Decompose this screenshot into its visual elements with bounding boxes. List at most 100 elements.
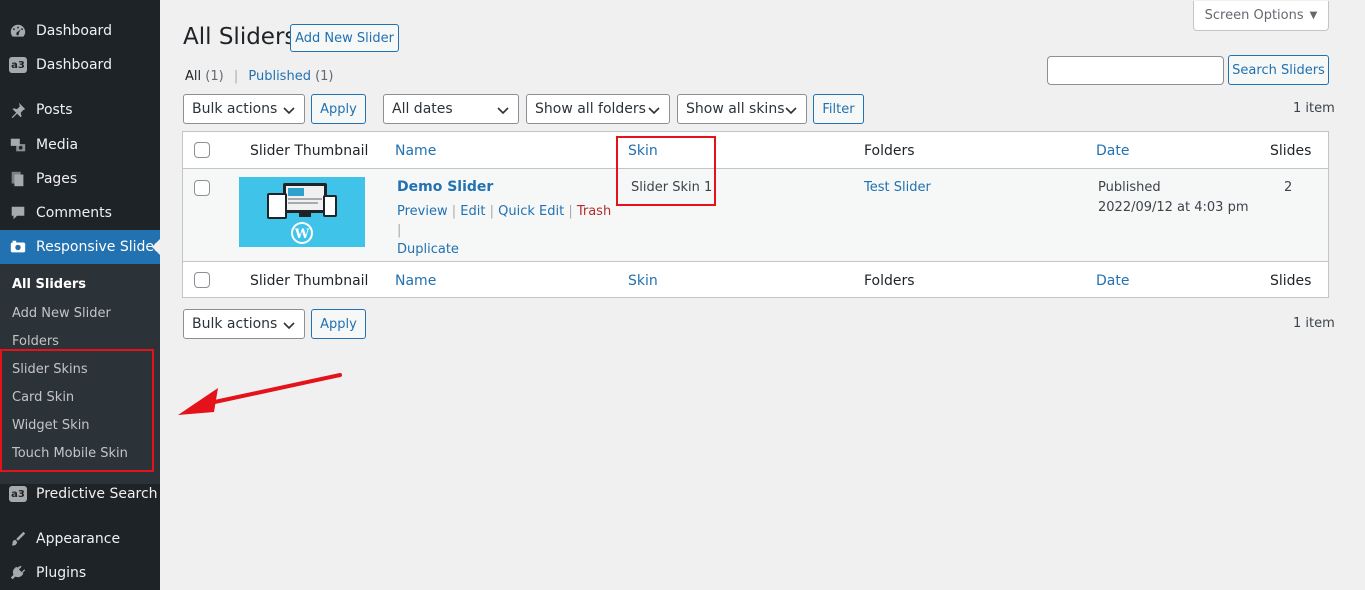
add-new-slider-button[interactable]: Add New Slider	[290, 24, 399, 52]
row-checkbox[interactable]	[194, 180, 210, 196]
slider-skin: Slider Skin 1	[631, 180, 713, 195]
slider-slides-count: 2	[1284, 180, 1293, 195]
skins-select[interactable]: Show all skins	[677, 94, 807, 124]
col-name[interactable]: Name	[395, 143, 436, 159]
menu-label: Posts	[36, 102, 73, 118]
chevron-down-icon	[283, 322, 295, 330]
devices-illustration-icon: W	[239, 177, 365, 247]
annotation-arrow-icon	[178, 373, 342, 415]
dates-select[interactable]: All dates	[383, 94, 519, 124]
admin-sidebar: Dashboard a3 Dashboard Posts Media Pages…	[0, 0, 160, 590]
menu-label: Dashboard	[36, 57, 112, 73]
submenu-folders[interactable]: Folders	[12, 334, 59, 349]
table-row: W Demo Slider Preview | Edit | Quick Edi…	[183, 169, 1328, 261]
pin-icon	[8, 100, 28, 120]
menu-dashboard[interactable]: Dashboard	[0, 14, 160, 48]
menu-label: Predictive Search	[36, 486, 158, 502]
col-thumbnail: Slider Thumbnail	[250, 273, 369, 289]
select-all-checkbox-bottom[interactable]	[194, 272, 210, 288]
select-all-checkbox[interactable]	[194, 142, 210, 158]
submenu-touch-mobile-skin[interactable]: Touch Mobile Skin	[12, 446, 128, 461]
view-published[interactable]: Published	[248, 69, 311, 84]
col-slides: Slides	[1270, 273, 1312, 289]
menu-label: Appearance	[36, 531, 121, 547]
submenu-add-new-slider[interactable]: Add New Slider	[12, 306, 111, 321]
caret-down-icon: ▼	[1309, 10, 1318, 21]
menu-a3-dashboard[interactable]: a3 Dashboard	[0, 48, 160, 82]
screen-options-button[interactable]: Screen Options ▼	[1193, 1, 1329, 31]
select-value: All dates	[392, 101, 453, 117]
menu-predictive-search[interactable]: a3 Predictive Search	[0, 477, 160, 511]
menu-pages[interactable]: Pages	[0, 162, 160, 196]
screen-options-label: Screen Options	[1204, 8, 1304, 23]
col-date[interactable]: Date	[1096, 143, 1129, 159]
pages-icon	[8, 169, 28, 189]
duplicate-link[interactable]: Duplicate	[397, 242, 459, 257]
folders-select[interactable]: Show all folders	[526, 94, 670, 124]
chevron-down-icon	[785, 107, 797, 115]
menu-comments[interactable]: Comments	[0, 196, 160, 230]
col-skin[interactable]: Skin	[628, 273, 658, 289]
items-count-top: 1 item	[1293, 101, 1335, 116]
items-count-bottom: 1 item	[1293, 316, 1335, 331]
trash-link[interactable]: Trash	[577, 204, 611, 219]
menu-responsive-slider[interactable]: Responsive Slider	[0, 230, 160, 264]
col-folders: Folders	[864, 273, 915, 289]
chevron-down-icon	[497, 107, 509, 115]
col-date[interactable]: Date	[1096, 273, 1129, 289]
menu-label: Comments	[36, 205, 112, 221]
bulk-actions-select-bottom[interactable]: Bulk actions	[183, 309, 305, 339]
a3-icon: a3	[8, 55, 28, 75]
menu-label: Responsive Slider	[36, 239, 160, 255]
select-value: Show all folders	[535, 101, 646, 117]
apply-button-bottom[interactable]: Apply	[311, 309, 366, 339]
menu-media[interactable]: Media	[0, 128, 160, 162]
col-slides: Slides	[1270, 143, 1312, 159]
menu-label: Media	[36, 137, 79, 153]
search-input[interactable]	[1047, 56, 1224, 85]
svg-text:W: W	[294, 227, 310, 242]
menu-plugins[interactable]: Plugins	[0, 556, 160, 590]
sliders-table: Slider Thumbnail Name Skin Folders Date …	[182, 131, 1329, 298]
view-published-count: (1)	[315, 69, 334, 84]
camera-icon	[8, 237, 28, 257]
page-scrollbar[interactable]	[1348, 0, 1365, 590]
preview-link[interactable]: Preview	[397, 204, 448, 219]
apply-button-top[interactable]: Apply	[311, 94, 366, 124]
filter-button[interactable]: Filter	[813, 94, 864, 124]
submenu-widget-skin[interactable]: Widget Skin	[12, 418, 90, 433]
media-icon	[8, 135, 28, 155]
chevron-down-icon	[648, 107, 660, 115]
edit-link[interactable]: Edit	[460, 204, 485, 219]
status-views: All (1) | Published (1)	[185, 69, 334, 84]
menu-label: Plugins	[36, 565, 87, 581]
slider-name-link[interactable]: Demo Slider	[397, 179, 493, 195]
quick-edit-link[interactable]: Quick Edit	[498, 204, 564, 219]
view-all-count: (1)	[205, 69, 224, 84]
select-value: Bulk actions	[192, 316, 278, 332]
menu-appearance[interactable]: Appearance	[0, 522, 160, 556]
view-all[interactable]: All	[185, 69, 201, 84]
slider-status: Published	[1098, 180, 1161, 195]
gauge-icon	[8, 21, 28, 41]
select-value: Bulk actions	[192, 101, 278, 117]
brush-icon	[8, 529, 28, 549]
menu-posts[interactable]: Posts	[0, 93, 160, 127]
comment-icon	[8, 203, 28, 223]
slider-date: 2022/09/12 at 4:03 pm	[1098, 200, 1249, 215]
view-separator: |	[233, 69, 239, 84]
search-sliders-button[interactable]: Search Sliders	[1228, 55, 1329, 85]
menu-label: Dashboard	[36, 23, 112, 39]
bulk-actions-select-top[interactable]: Bulk actions	[183, 94, 305, 124]
plugin-icon	[8, 563, 28, 583]
row-actions: Preview | Edit | Quick Edit | Trash | Du…	[397, 204, 612, 257]
folder-link[interactable]: Test Slider	[864, 180, 931, 195]
table-footer: Slider Thumbnail Name Skin Folders Date …	[183, 261, 1328, 298]
page-title: All Sliders	[183, 24, 297, 50]
col-name[interactable]: Name	[395, 273, 436, 289]
submenu-all-sliders[interactable]: All Sliders	[12, 277, 86, 292]
col-skin[interactable]: Skin	[628, 143, 658, 159]
slider-thumbnail[interactable]: W	[239, 177, 365, 247]
submenu-card-skin[interactable]: Card Skin	[12, 390, 74, 405]
submenu-slider-skins[interactable]: Slider Skins	[12, 362, 88, 377]
